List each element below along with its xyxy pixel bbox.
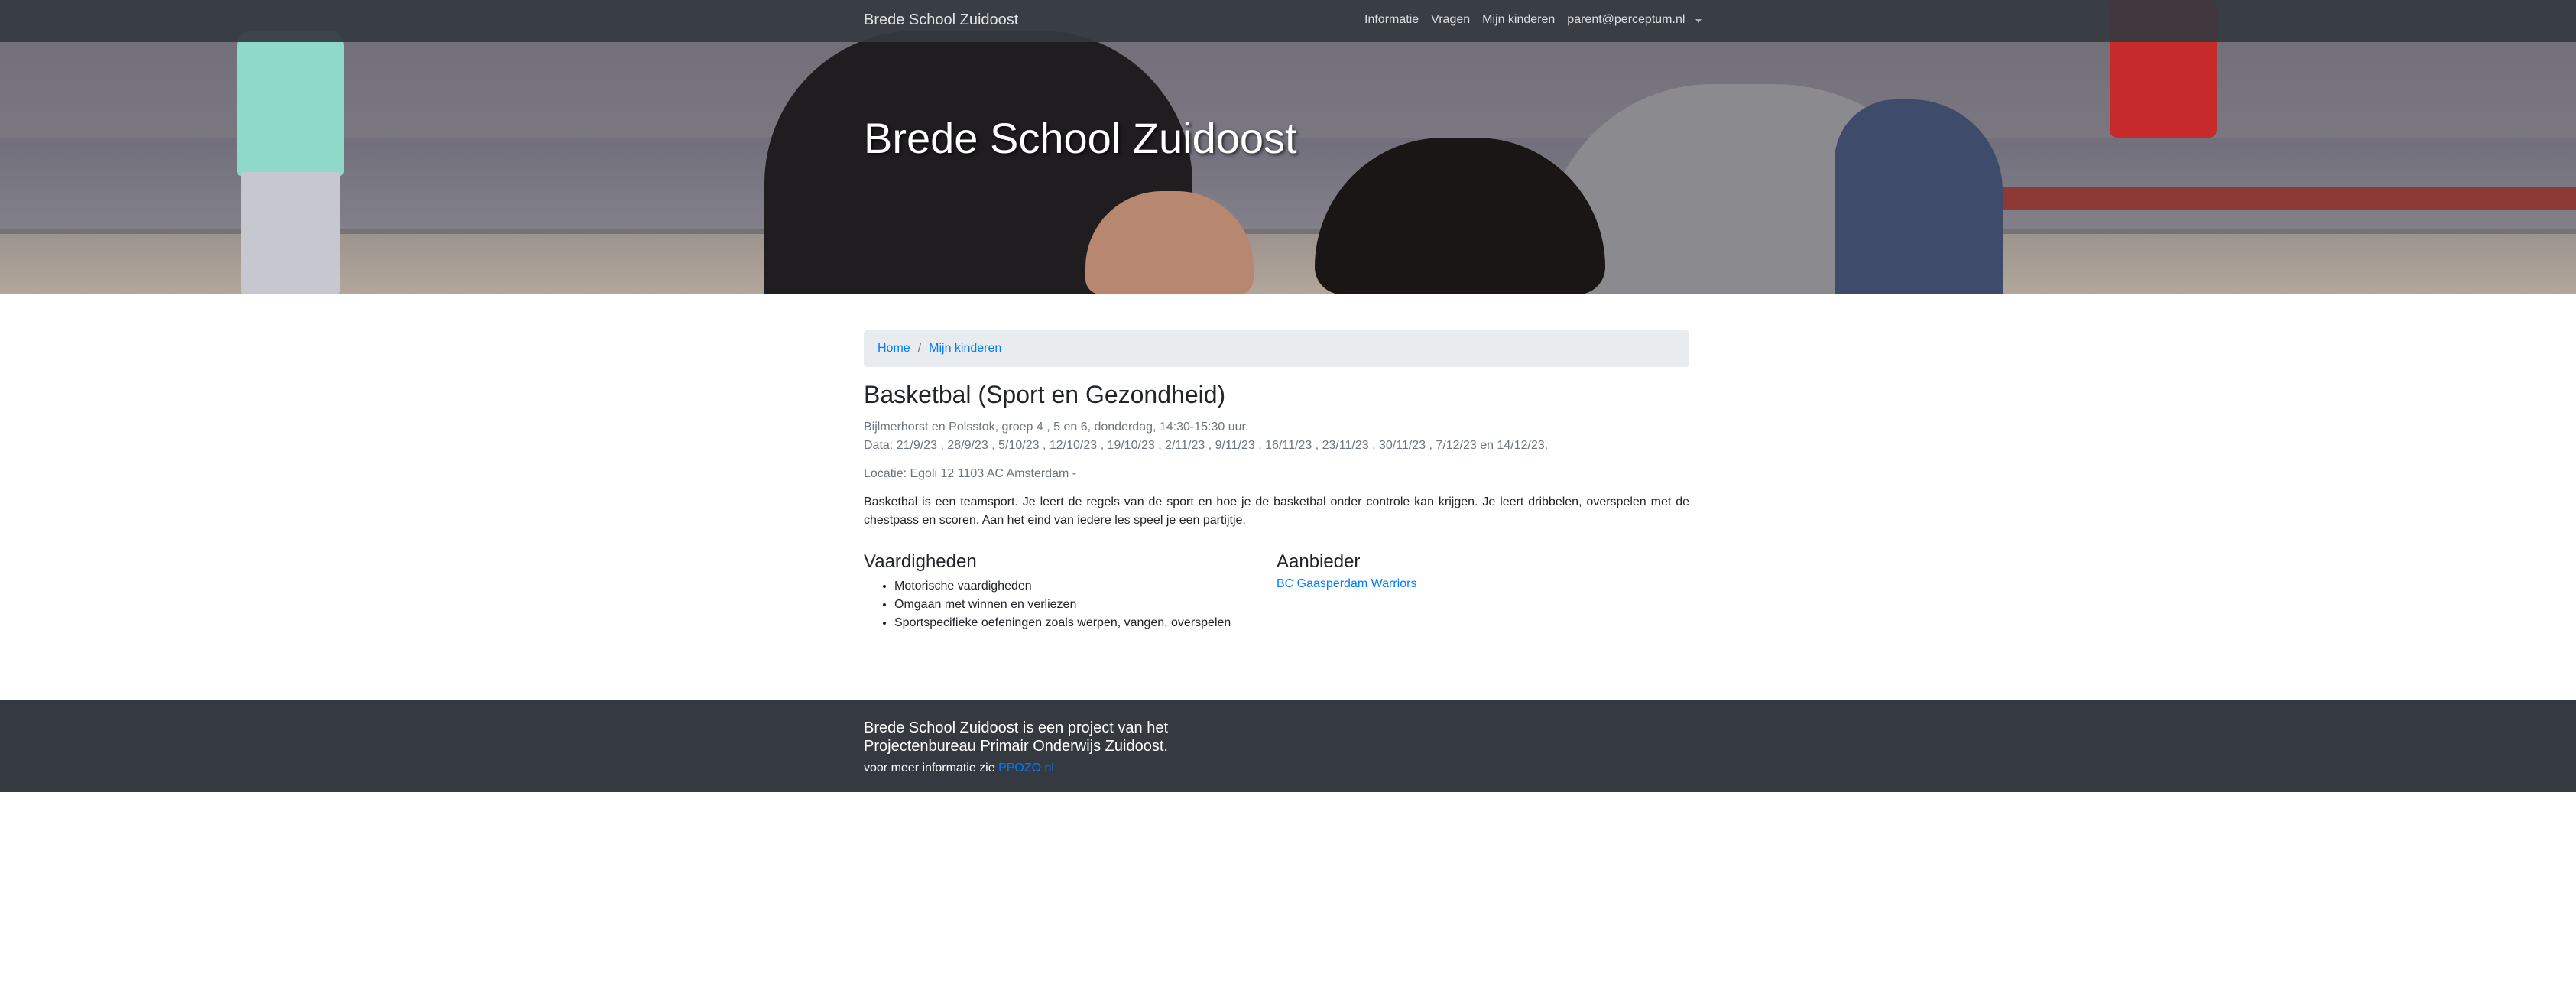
main-content: Home / Mijn kinderen Basketbal (Sport en… — [864, 330, 1689, 632]
caret-down-icon[interactable] — [1695, 18, 1702, 23]
breadcrumb: Home / Mijn kinderen — [864, 330, 1689, 367]
activity-location: Locatie: Egoli 12 1103 AC Amsterdam - — [864, 467, 1077, 480]
footer-title: Brede School Zuidoost is een project van… — [864, 720, 1169, 755]
activity-dates: Data: 21/9/23 , 28/9/23 , 5/10/23 , 12/1… — [864, 439, 1549, 452]
hero-floor — [0, 229, 2576, 294]
provider-heading: Aanbieder — [1277, 551, 1361, 572]
activity-description: Basketbal is een teamsport. Je leert de … — [864, 495, 1689, 527]
hero-bench — [2003, 187, 2576, 210]
breadcrumb-home[interactable]: Home — [878, 342, 910, 356]
nav-link-informatie[interactable]: Informatie — [1364, 13, 1419, 27]
hero-figure-left-legs — [241, 172, 340, 294]
skill-item: Sportspecifieke oefeningen zoals werpen,… — [894, 614, 1277, 632]
hero-stripe — [0, 229, 2576, 234]
breadcrumb-separator: / — [917, 342, 922, 355]
info-columns: Vaardigheden Motorische vaardigheden Omg… — [864, 551, 1689, 632]
hero-title: Brede School Zuidoost — [864, 113, 1297, 162]
footer-more-info: voor meer informatie zie PPOZO.nl — [864, 762, 1054, 775]
provider-link[interactable]: BC Gaasperdam Warriors — [1277, 577, 1416, 590]
breadcrumb-mijn-kinderen[interactable]: Mijn kinderen — [929, 342, 1001, 356]
skill-item: Motorische vaardigheden — [894, 577, 1277, 596]
activity-title: Basketbal (Sport en Gezondheid) — [864, 381, 1226, 408]
nav-link-user-email[interactable]: parent@perceptum.nl — [1567, 13, 1685, 27]
footer-ppozo-link[interactable]: PPOZO.nl — [998, 762, 1054, 775]
skills-list: Motorische vaardigheden Omgaan met winne… — [864, 577, 1277, 632]
footer-more-prefix: voor meer informatie zie — [864, 762, 999, 775]
hero-person-boy-jacket — [1835, 99, 2003, 294]
skills-section: Vaardigheden Motorische vaardigheden Omg… — [864, 551, 1277, 632]
nav-links: Informatie Vragen Mijn kinderen parent@p… — [1364, 13, 1702, 27]
provider-section: Aanbieder BC Gaasperdam Warriors — [1277, 551, 1689, 632]
hero-figure-left — [237, 31, 344, 176]
skills-heading: Vaardigheden — [864, 551, 977, 572]
nav-link-mijn-kinderen[interactable]: Mijn kinderen — [1482, 13, 1555, 27]
skill-item: Omgaan met winnen en verliezen — [894, 596, 1277, 614]
nav-link-vragen[interactable]: Vragen — [1431, 13, 1470, 27]
navbar-brand[interactable]: Brede School Zuidoost — [864, 11, 1018, 29]
activity-schedule: Bijlmerhorst en Polsstok, groep 4 , 5 en… — [864, 421, 1249, 434]
footer: Brede School Zuidoost is een project van… — [0, 700, 2576, 792]
navbar: Brede School Zuidoost Informatie Vragen … — [0, 0, 2576, 42]
